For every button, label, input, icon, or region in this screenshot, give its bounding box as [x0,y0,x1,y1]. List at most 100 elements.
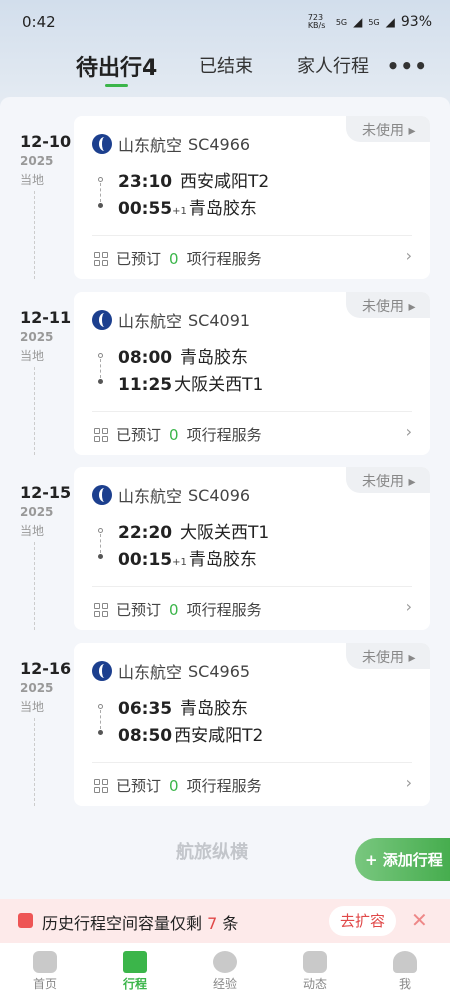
capacity-banner: 历史行程空间容量仅剩 7 条 去扩容 ✕ [0,899,450,943]
departure-airport: 西安咸阳T2 [180,172,270,192]
trip-services-link[interactable]: 已预订 0 项行程服务 [94,248,262,269]
tab-finished[interactable]: 已结束 [199,52,253,78]
nav-me[interactable]: 我 [360,943,450,1000]
airline-logo-icon [92,134,112,154]
airline-row: 山东航空 SC4091 [92,308,250,332]
grid-icon [94,778,108,793]
tab-family[interactable]: 家人行程 [297,52,369,78]
next-day-marker: +1 [172,557,187,568]
trip-year: 2025 [20,154,54,168]
arrival-airport: 西安咸阳T2 [174,726,264,746]
route-line [100,359,101,378]
grid-icon [94,251,108,266]
departure-dot-icon [98,353,103,358]
user-icon [393,951,417,973]
arrival-airport: 青岛胶东 [188,199,257,219]
signal-icon: ◢ [353,15,363,29]
flight-card[interactable]: 未使用 ▸ 山东航空 SC4096 22:20 大阪关西T1 00:15 +1 … [74,467,430,630]
airline-name: 山东航空 [118,487,183,506]
services-prefix: 已预订 [116,777,162,795]
flight-number: SC4091 [188,310,251,330]
services-count: 0 [169,425,179,444]
departure-row: 06:35 青岛胶东 [118,694,248,719]
airline-row: 山东航空 SC4966 [92,132,250,156]
status-badge[interactable]: 未使用 ▸ [346,467,430,493]
departure-airport: 大阪关西T1 [180,523,270,543]
arrival-row: 08:50 西安咸阳T2 [118,721,263,746]
route-line [100,534,101,553]
nav-trips[interactable]: 行程 [90,943,180,1000]
tab-upcoming[interactable]: 待出行4 [76,50,157,82]
signal-5g-1: 5G [335,17,348,27]
departure-dot-icon [98,528,103,533]
trip-timezone: 当地 [20,173,45,187]
trip-item: 12-10 2025 当地 未使用 ▸ 山东航空 SC4966 23:10 西安… [0,116,450,279]
more-icon[interactable]: ••• [387,54,428,78]
route-line [100,183,101,202]
trip-services-link[interactable]: 已预订 0 项行程服务 [94,424,262,445]
trip-item: 12-16 2025 当地 未使用 ▸ 山东航空 SC4965 06:35 青岛… [0,643,450,806]
nav-home[interactable]: 首页 [0,943,90,1000]
nav-experience[interactable]: 经验 [180,943,270,1000]
services-prefix: 已预订 [116,601,162,619]
services-count: 0 [169,600,179,619]
chevron-right-icon[interactable]: › [406,422,412,441]
nav-label: 行程 [122,977,147,991]
trip-date: 12-10 [20,132,72,151]
airline-logo-icon [92,661,112,681]
nav-label: 动态 [302,977,327,991]
trip-tabs: 待出行4 已结束 家人行程 [0,52,450,82]
brand-watermark: 航旅纵横 [176,842,248,863]
services-suffix: 项行程服务 [186,777,262,795]
arrival-dot-icon [98,730,103,735]
arrival-row: 00:15 +1 青岛胶东 [118,545,257,570]
flight-card[interactable]: 未使用 ▸ 山东航空 SC4965 06:35 青岛胶东 08:50 西安咸阳T… [74,643,430,806]
trip-services-link[interactable]: 已预订 0 项行程服务 [94,775,262,796]
banner-count: 7 [207,914,218,933]
battery: 93% [400,14,432,30]
clock: 0:42 [22,13,56,31]
arrival-time: 08:50 [118,726,173,746]
trip-services-link[interactable]: 已预订 0 项行程服务 [94,599,262,620]
departure-time: 22:20 [118,523,173,543]
services-suffix: 项行程服务 [186,426,262,444]
status-badge[interactable]: 未使用 ▸ [346,292,430,318]
arrival-row: 11:25 大阪关西T1 [118,370,263,395]
chevron-right-icon[interactable]: › [406,597,412,616]
flight-number: SC4096 [188,485,251,505]
status-badge[interactable]: 未使用 ▸ [346,643,430,669]
flight-number: SC4966 [188,134,251,154]
status-badge[interactable]: 未使用 ▸ [346,116,430,142]
flight-card[interactable]: 未使用 ▸ 山东航空 SC4091 08:00 青岛胶东 11:25 大阪关西T… [74,292,430,455]
chevron-right-icon[interactable]: › [406,773,412,792]
trip-timezone: 当地 [20,349,45,363]
chevron-right-icon[interactable]: › [406,246,412,265]
arrival-dot-icon [98,379,103,384]
services-suffix: 项行程服务 [186,601,262,619]
departure-airport: 青岛胶东 [180,699,248,719]
signal-5g-2: 5G [368,17,380,27]
add-trip-button[interactable]: + 添加行程 [355,838,450,881]
departure-time: 23:10 [118,172,173,192]
active-tab-indicator [105,84,128,87]
arrival-dot-icon [98,554,103,559]
arrival-time: 00:55 [118,199,173,219]
flight-card[interactable]: 未使用 ▸ 山东航空 SC4966 23:10 西安咸阳T2 00:55 +1 … [74,116,430,279]
trip-item: 12-15 2025 当地 未使用 ▸ 山东航空 SC4096 22:20 大阪… [0,467,450,630]
nav-label: 我 [398,977,411,991]
airline-logo-icon [92,310,112,330]
arrival-airport: 青岛胶东 [188,550,257,570]
services-count: 0 [169,776,179,795]
nav-dynamics[interactable]: 动态 [270,943,360,1000]
next-day-marker: +1 [172,206,187,217]
trip-year: 2025 [20,505,54,519]
banner-text: 历史行程空间容量仅剩 7 条 [42,910,238,934]
storage-icon [18,913,33,928]
trip-date: 12-15 [20,483,72,502]
services-prefix: 已预订 [116,426,162,444]
banner-unit: 条 [222,914,239,933]
departure-airport: 青岛胶东 [180,348,248,368]
expand-capacity-button[interactable]: 去扩容 [329,906,396,936]
close-icon[interactable]: ✕ [411,908,428,932]
timeline-line [34,542,35,630]
